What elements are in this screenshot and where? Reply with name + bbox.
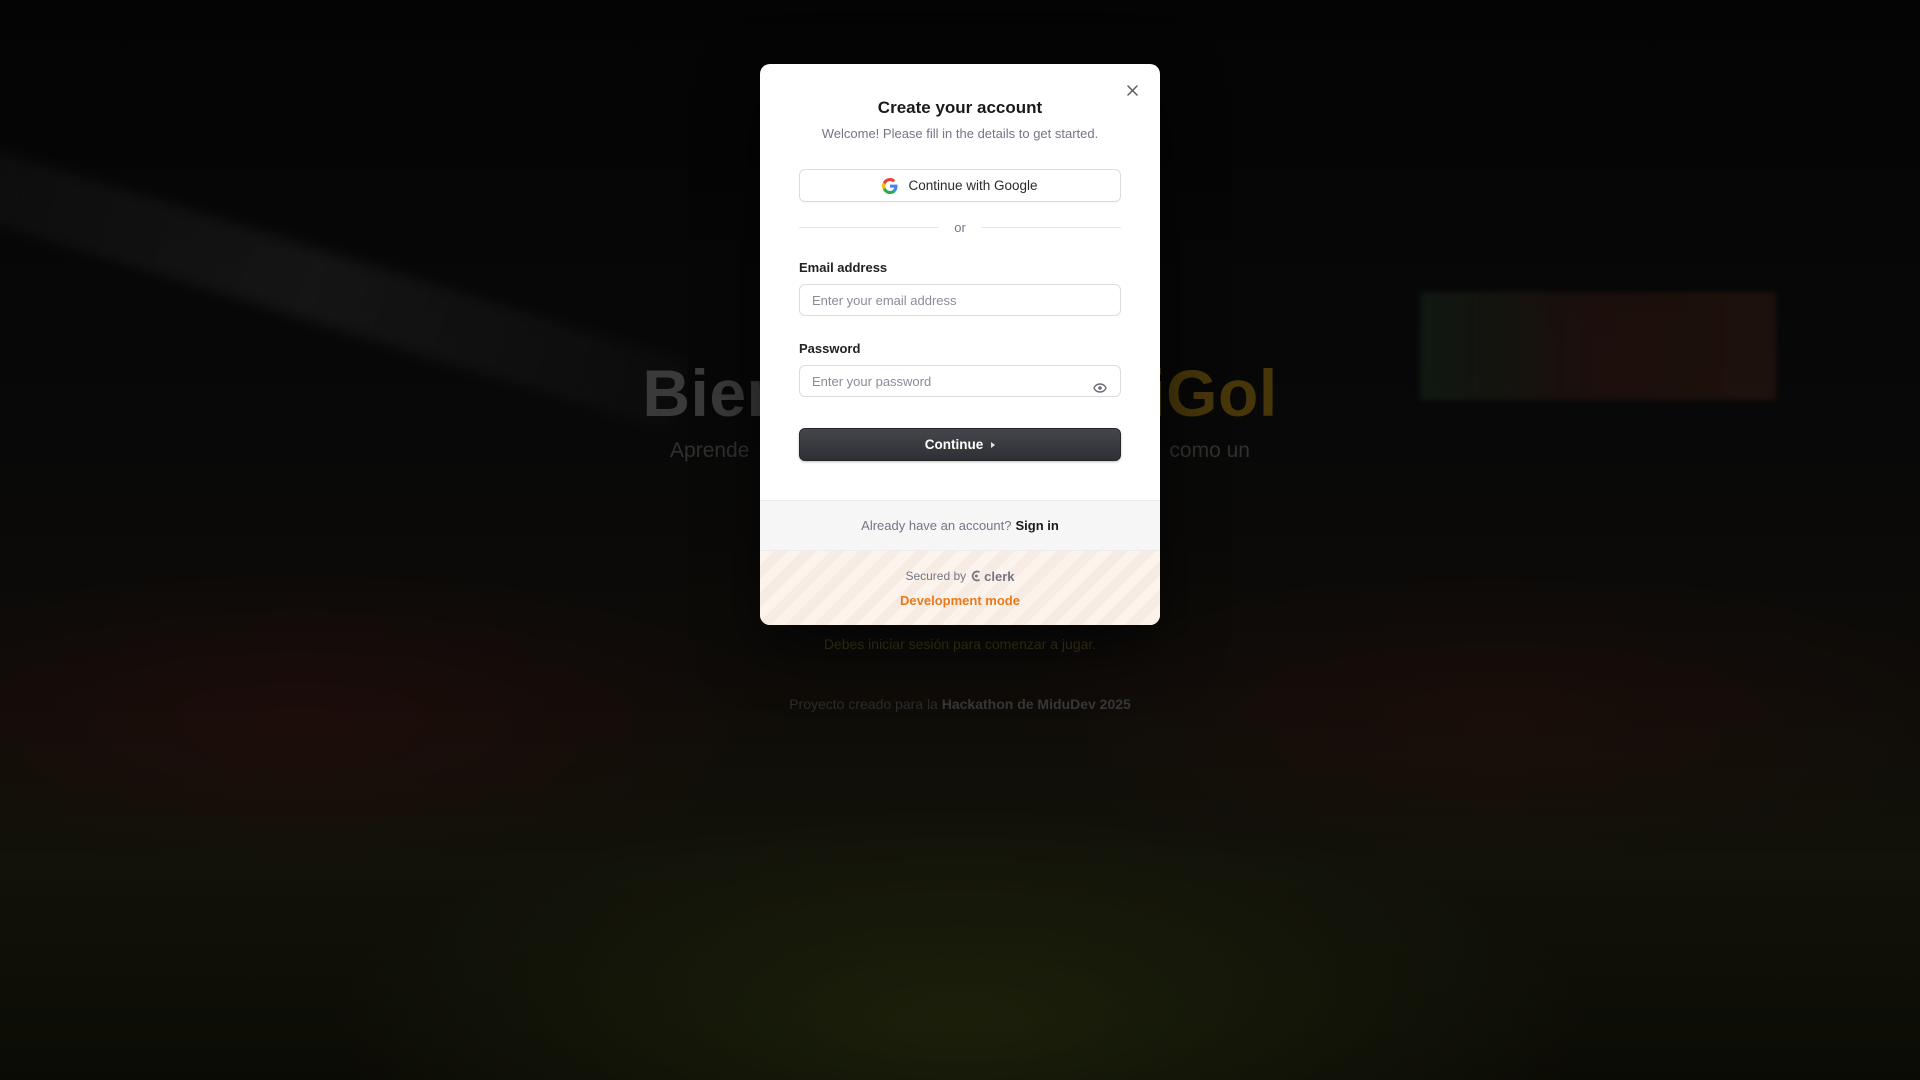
signup-modal: Create your account Welcome! Please fill… [760, 64, 1160, 625]
password-label: Password [799, 341, 861, 356]
modal-body: Create your account Welcome! Please fill… [760, 64, 1160, 500]
email-label: Email address [799, 260, 888, 275]
divider-text: or [954, 220, 966, 235]
clerk-logo[interactable]: clerk [971, 568, 1015, 584]
google-button-label: Continue with Google [908, 178, 1038, 193]
close-icon [1126, 84, 1138, 96]
close-button[interactable] [1122, 80, 1142, 100]
continue-with-google-button[interactable]: Continue with Google [799, 169, 1121, 202]
google-icon [882, 177, 898, 194]
divider-line-left [799, 227, 939, 228]
continue-button-label: Continue [924, 437, 984, 452]
eye-icon[interactable] [1093, 383, 1107, 393]
signin-link[interactable]: Sign in [1015, 518, 1058, 533]
modal-subtitle: Welcome! Please fill in the details to g… [821, 126, 1099, 141]
email-input[interactable] [799, 284, 1121, 316]
clerk-branding-footer: Secured by clerk Development mode [760, 550, 1160, 625]
password-field-wrapper [799, 365, 1121, 397]
secured-by-text: Secured by [905, 569, 967, 583]
caret-right-icon [991, 441, 996, 448]
signin-prompt: Already have an account? [861, 518, 1012, 533]
modal-title: Create your account [877, 98, 1043, 117]
development-mode-label: Development mode [900, 592, 1020, 608]
password-input[interactable] [799, 365, 1121, 397]
signin-footer: Already have an account? Sign in [760, 500, 1160, 550]
divider-line-right [981, 227, 1121, 228]
clerk-logo-icon [971, 570, 981, 582]
continue-button[interactable]: Continue [799, 428, 1121, 461]
secured-by: Secured by clerk [905, 569, 1014, 584]
or-divider: or [799, 220, 1121, 235]
clerk-brand-text: clerk [984, 568, 1015, 584]
